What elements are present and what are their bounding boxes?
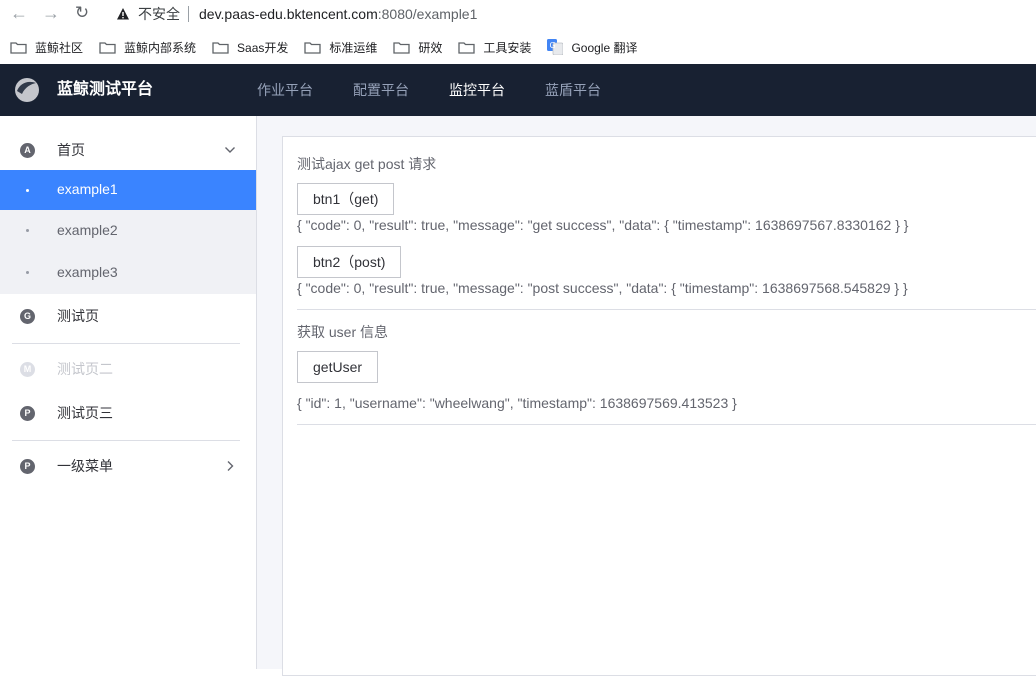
chevron-right-icon	[227, 461, 234, 471]
btn1-get-button[interactable]: btn1（get)	[297, 183, 395, 215]
sidebar-item-test3[interactable]: P 测试页三	[0, 392, 256, 434]
sidebar-divider	[12, 343, 240, 344]
chevron-down-icon	[225, 147, 235, 153]
bookmark-3[interactable]: Saas开发	[212, 39, 288, 56]
section-divider	[297, 424, 1036, 425]
bookmark-5[interactable]: 研效	[393, 39, 442, 56]
ajax-section-title: 测试ajax get post 请求	[297, 156, 437, 172]
bookmark-2[interactable]: 蓝鲸内部系统	[99, 39, 196, 56]
bookmark-label: 蓝鲸内部系统	[124, 40, 197, 55]
forward-arrow-icon[interactable]: →	[42, 4, 60, 22]
sidebar-item-example3[interactable]: example3	[0, 252, 256, 294]
bookmark-label: Google 翻译	[571, 40, 638, 55]
app-title[interactable]: 蓝鲸测试平台	[57, 64, 153, 116]
nav-item-monitor[interactable]: 监控平台	[449, 64, 505, 116]
sidebar-item-label: 测试页	[57, 308, 99, 324]
btn2-post-button[interactable]: btn2（post)	[297, 246, 402, 278]
test3-badge-icon: P	[20, 405, 35, 421]
folder-icon	[10, 41, 27, 54]
sidebar-item-test[interactable]: G 测试页	[0, 295, 256, 337]
sidebar-divider	[12, 440, 240, 441]
top-nav: 作业平台 配置平台 监控平台 蓝盾平台	[257, 64, 641, 116]
bookmark-4[interactable]: 标准运维	[304, 39, 377, 56]
folder-icon	[304, 41, 322, 54]
address-bar[interactable]: 不安全 dev.paas-edu.bktencent.com :8080/exa…	[104, 0, 477, 28]
bookmarks-bar: 蓝鲸社区 蓝鲸内部系统 Saas开发 标准运维 研效 工具安装 G Google…	[0, 34, 1036, 60]
home-badge-icon: A	[20, 142, 35, 158]
btn2-result-text: { "code": 0, "result": true, "message": …	[297, 280, 908, 296]
sidebar-item-label: 一级菜单	[57, 458, 113, 474]
bookmark-label: 工具安装	[483, 40, 532, 55]
bookmark-6[interactable]: 工具安装	[458, 39, 531, 56]
sidebar-item-label: example2	[57, 222, 118, 238]
get-user-result-text: { "id": 1, "username": "wheelwang", "tim…	[297, 395, 737, 411]
browser-toolbar: ← → ↻ 不安全 dev.paas-edu.bktencent.com :80…	[0, 0, 1036, 28]
sidebar-item-label: 测试页三	[57, 405, 113, 421]
nav-item-job[interactable]: 作业平台	[257, 64, 313, 116]
folder-icon	[99, 41, 116, 54]
logo-icon[interactable]	[14, 77, 40, 103]
nav-item-ci[interactable]: 蓝盾平台	[545, 64, 601, 116]
user-section-title: 获取 user 信息	[297, 324, 389, 340]
bullet-dot	[26, 229, 29, 232]
bookmark-label: 研效	[418, 40, 443, 55]
app-header: 蓝鲸测试平台 作业平台 配置平台 监控平台 蓝盾平台	[0, 64, 1036, 116]
folder-icon	[458, 41, 476, 54]
sidebar-item-label: 首页	[57, 142, 85, 158]
bookmark-1[interactable]: 蓝鲸社区	[10, 39, 83, 56]
sidebar-item-example2[interactable]: example2	[0, 210, 256, 252]
get-user-button[interactable]: getUser	[297, 351, 379, 383]
bookmark-label: Saas开发	[237, 40, 289, 55]
bookmark-label: 蓝鲸社区	[35, 40, 84, 55]
sidebar-item-test2: M 测试页二	[0, 348, 256, 390]
url-path: :8080/example1	[377, 6, 478, 22]
bookmark-7[interactable]: G Google 翻译	[547, 39, 637, 56]
bookmark-label: 标准运维	[329, 40, 378, 55]
folder-icon	[212, 41, 229, 54]
sidebar-item-menu[interactable]: P 一级菜单	[0, 445, 256, 487]
nav-item-config[interactable]: 配置平台	[353, 64, 409, 116]
test-badge-icon: G	[20, 308, 35, 324]
warning-icon	[117, 8, 129, 20]
sidebar-item-home[interactable]: A 首页	[0, 129, 256, 171]
reload-icon[interactable]: ↻	[74, 4, 90, 21]
sidebar-item-label: example1	[57, 181, 118, 197]
test2-badge-icon: M	[20, 361, 35, 377]
insecure-label: 不安全	[138, 6, 180, 22]
section-divider	[297, 309, 1036, 310]
bullet-dot	[26, 271, 29, 274]
url-host: dev.paas-edu.bktencent.com	[199, 6, 378, 22]
menu-badge-icon: P	[20, 458, 35, 474]
google-translate-icon: G	[547, 39, 564, 55]
back-arrow-icon[interactable]: ←	[10, 4, 28, 22]
svg-text:G: G	[550, 41, 556, 50]
sidebar-item-example1[interactable]: example1	[0, 170, 256, 210]
sidebar-item-label: example3	[57, 264, 118, 280]
bullet-dot	[26, 189, 29, 192]
sidebar-item-label: 测试页二	[57, 361, 113, 377]
folder-icon	[393, 41, 411, 54]
btn1-result-text: { "code": 0, "result": true, "message": …	[297, 217, 909, 233]
url-divider	[188, 6, 189, 22]
